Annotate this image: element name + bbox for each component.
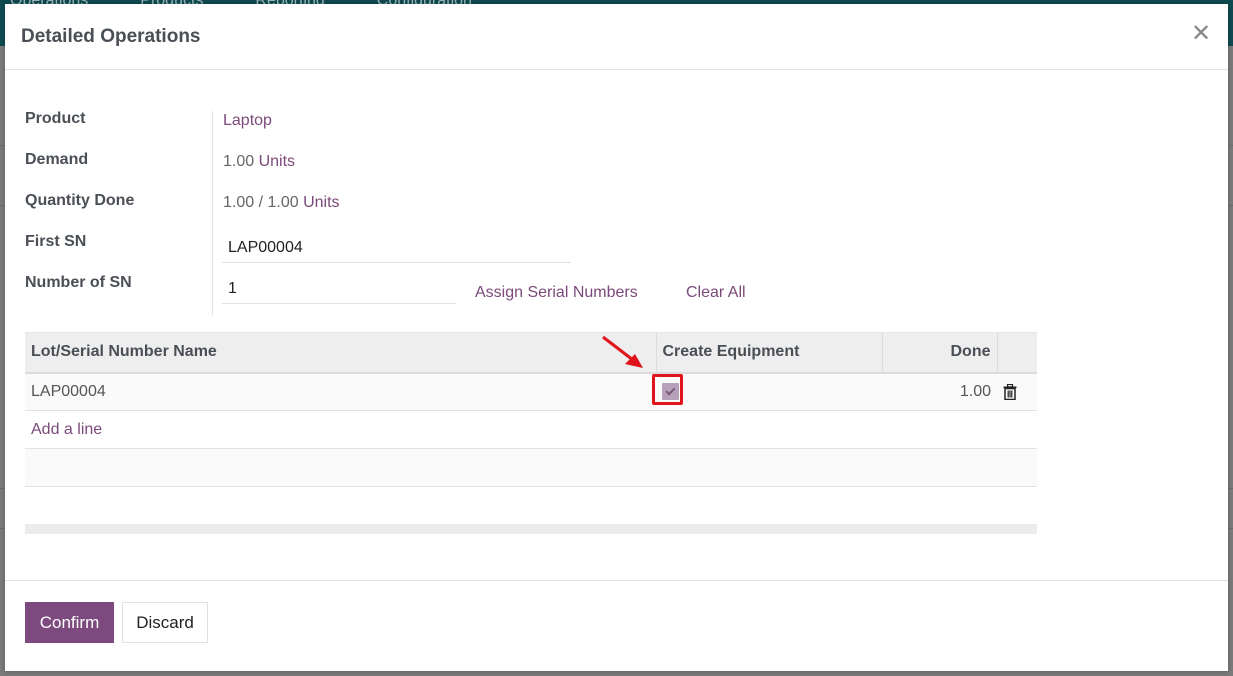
column-create-equipment[interactable]: Create Equipment (655, 332, 882, 374)
number-of-sn-input[interactable] (222, 274, 456, 304)
trash-icon[interactable] (1003, 383, 1017, 400)
product-link[interactable]: Laptop (223, 112, 272, 130)
table-row[interactable]: LAP00004 1.00 (25, 372, 1037, 411)
demand-uom[interactable]: Units (259, 153, 295, 170)
demand-value: 1.00 Units (223, 153, 295, 171)
horizontal-scrollbar[interactable] (25, 523, 1037, 534)
first-sn-label: First SN (25, 233, 87, 250)
quantity-done-label: Quantity Done (25, 192, 135, 209)
detailed-operations-dialog: Detailed Operations ✕ Product Laptop Dem… (5, 4, 1228, 671)
column-lot-serial-name[interactable]: Lot/Serial Number Name (25, 332, 656, 374)
discard-button[interactable]: Discard (122, 602, 208, 643)
create-equipment-checkbox[interactable] (662, 383, 679, 401)
move-lines-table: Lot/Serial Number Name Create Equipment … (25, 332, 1037, 534)
create-equipment-cell (656, 372, 882, 411)
quantity-done-done: 1.00 (223, 194, 255, 211)
empty-row (25, 486, 1037, 525)
modal-title: Detailed Operations (21, 25, 201, 47)
clear-all-button[interactable]: Clear All (686, 284, 746, 302)
modal-header: Detailed Operations ✕ (5, 4, 1228, 70)
confirm-button[interactable]: Confirm (25, 602, 114, 643)
field-divider (212, 111, 213, 316)
modal-footer: Confirm Discard (5, 580, 1228, 671)
quantity-done-value: 1.00 / 1.00 Units (223, 194, 340, 212)
empty-row (25, 448, 1037, 487)
product-label: Product (25, 110, 86, 127)
quantity-done-uom[interactable]: Units (303, 194, 339, 211)
first-sn-input[interactable] (222, 233, 571, 263)
quantity-done-separator: / (258, 194, 264, 211)
assign-serial-numbers-button[interactable]: Assign Serial Numbers (475, 284, 638, 302)
demand-quantity: 1.00 (223, 153, 255, 170)
done-cell[interactable]: 1.00 (882, 372, 997, 411)
delete-cell (997, 372, 1037, 411)
table-header-row: Lot/Serial Number Name Create Equipment … (25, 332, 1037, 374)
modal-body: Product Laptop Demand 1.00 Units Quantit… (5, 70, 1228, 580)
number-of-sn-label: Number of SN (25, 274, 132, 291)
demand-label: Demand (25, 151, 89, 168)
add-line-row: Add a line (25, 410, 1037, 449)
lot-name-cell[interactable]: LAP00004 (25, 372, 656, 411)
column-done[interactable]: Done (881, 332, 997, 374)
quantity-done-total: 1.00 (267, 194, 299, 211)
close-icon[interactable]: ✕ (1190, 21, 1212, 46)
add-a-line-button[interactable]: Add a line (31, 421, 102, 438)
column-actions (996, 332, 1037, 374)
